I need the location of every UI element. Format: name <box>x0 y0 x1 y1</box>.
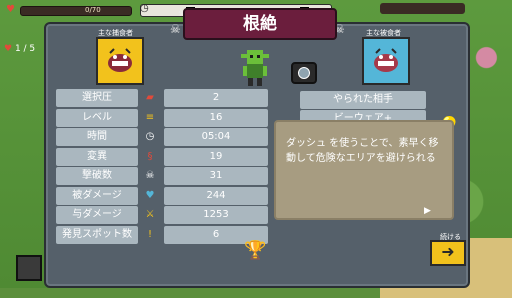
exclamation-icon: ! <box>147 228 152 240</box>
tip-text: ダッシュ を使うことで、素早く移動して危険なエリアを避けられる <box>286 138 439 164</box>
hp-bar: 0/70 <box>20 6 132 16</box>
stat-label: 発見スポット数 <box>56 225 138 244</box>
stat-row: 変異 § 19 <box>56 147 268 166</box>
hero-goblin-sprite <box>241 50 269 86</box>
continue-button[interactable]: ➜ <box>430 240 466 266</box>
stat-value: 16 <box>164 108 268 127</box>
stat-value: 1253 <box>164 206 268 224</box>
stat-row: 選択圧 ▰ 2 <box>56 89 268 107</box>
stat-label: 時間 <box>56 128 138 146</box>
predator-card[interactable] <box>96 37 144 85</box>
stat-label: 被ダメージ <box>56 186 138 205</box>
prey-icon <box>374 48 398 72</box>
screenshot-camera-button[interactable] <box>291 62 317 84</box>
clock-icon: ◷ <box>145 131 155 142</box>
stat-value: 19 <box>164 147 268 166</box>
stat-row: 与ダメージ ⚔ 1253 <box>56 206 268 224</box>
heart-icon: ♥ <box>4 44 13 54</box>
stat-row: 時間 ◷ 05:04 <box>56 128 268 146</box>
heart-icon: ♥ <box>6 4 15 15</box>
stat-value: 2 <box>164 89 268 107</box>
dna-icon: § <box>147 150 153 162</box>
trophy-icon: 🏆 <box>244 240 267 261</box>
stat-label: 変異 <box>56 147 138 166</box>
hp-text: 0/70 <box>85 6 101 14</box>
skull-icon: ☠ <box>170 22 181 36</box>
stat-row: 発見スポット数! 6 <box>56 225 268 244</box>
xp-bar <box>380 3 465 14</box>
killed-by-button[interactable]: やられた相手 <box>300 91 426 109</box>
stat-row: 撃破数 ☠ 31 <box>56 167 268 185</box>
cursor-icon: ▶ <box>424 206 431 216</box>
prey-card[interactable] <box>362 37 410 85</box>
pressure-icon: ▰ <box>146 92 154 103</box>
stat-value: 244 <box>164 186 268 205</box>
stat-label: 選択圧 <box>56 89 138 107</box>
stat-row: 被ダメージ ♥ 244 <box>56 186 268 205</box>
heart-icon: ♥ <box>145 189 155 201</box>
stat-row: レベル ≡ 16 <box>56 108 268 127</box>
sword-icon: ⚔ <box>145 209 155 220</box>
lives-text: 1 / 5 <box>14 44 36 54</box>
clock-icon: ◷ <box>140 3 149 14</box>
stat-value: 31 <box>164 167 268 185</box>
lives-counter: ♥ 1 / 5 <box>4 44 35 54</box>
stat-value: 05:04 <box>164 128 268 146</box>
stat-label: 撃破数 <box>56 167 138 185</box>
tip-description: ダッシュ を使うことで、素早く移動して危険なエリアを避けられる <box>274 120 454 220</box>
stat-label: レベル <box>56 108 138 127</box>
ability-slot <box>16 255 42 281</box>
skull-icon: ☠ <box>145 170 155 181</box>
predator-icon <box>108 48 132 72</box>
level-icon: ≡ <box>145 111 155 123</box>
page-title: 根絶 <box>183 8 337 40</box>
stat-label: 与ダメージ <box>56 206 138 224</box>
